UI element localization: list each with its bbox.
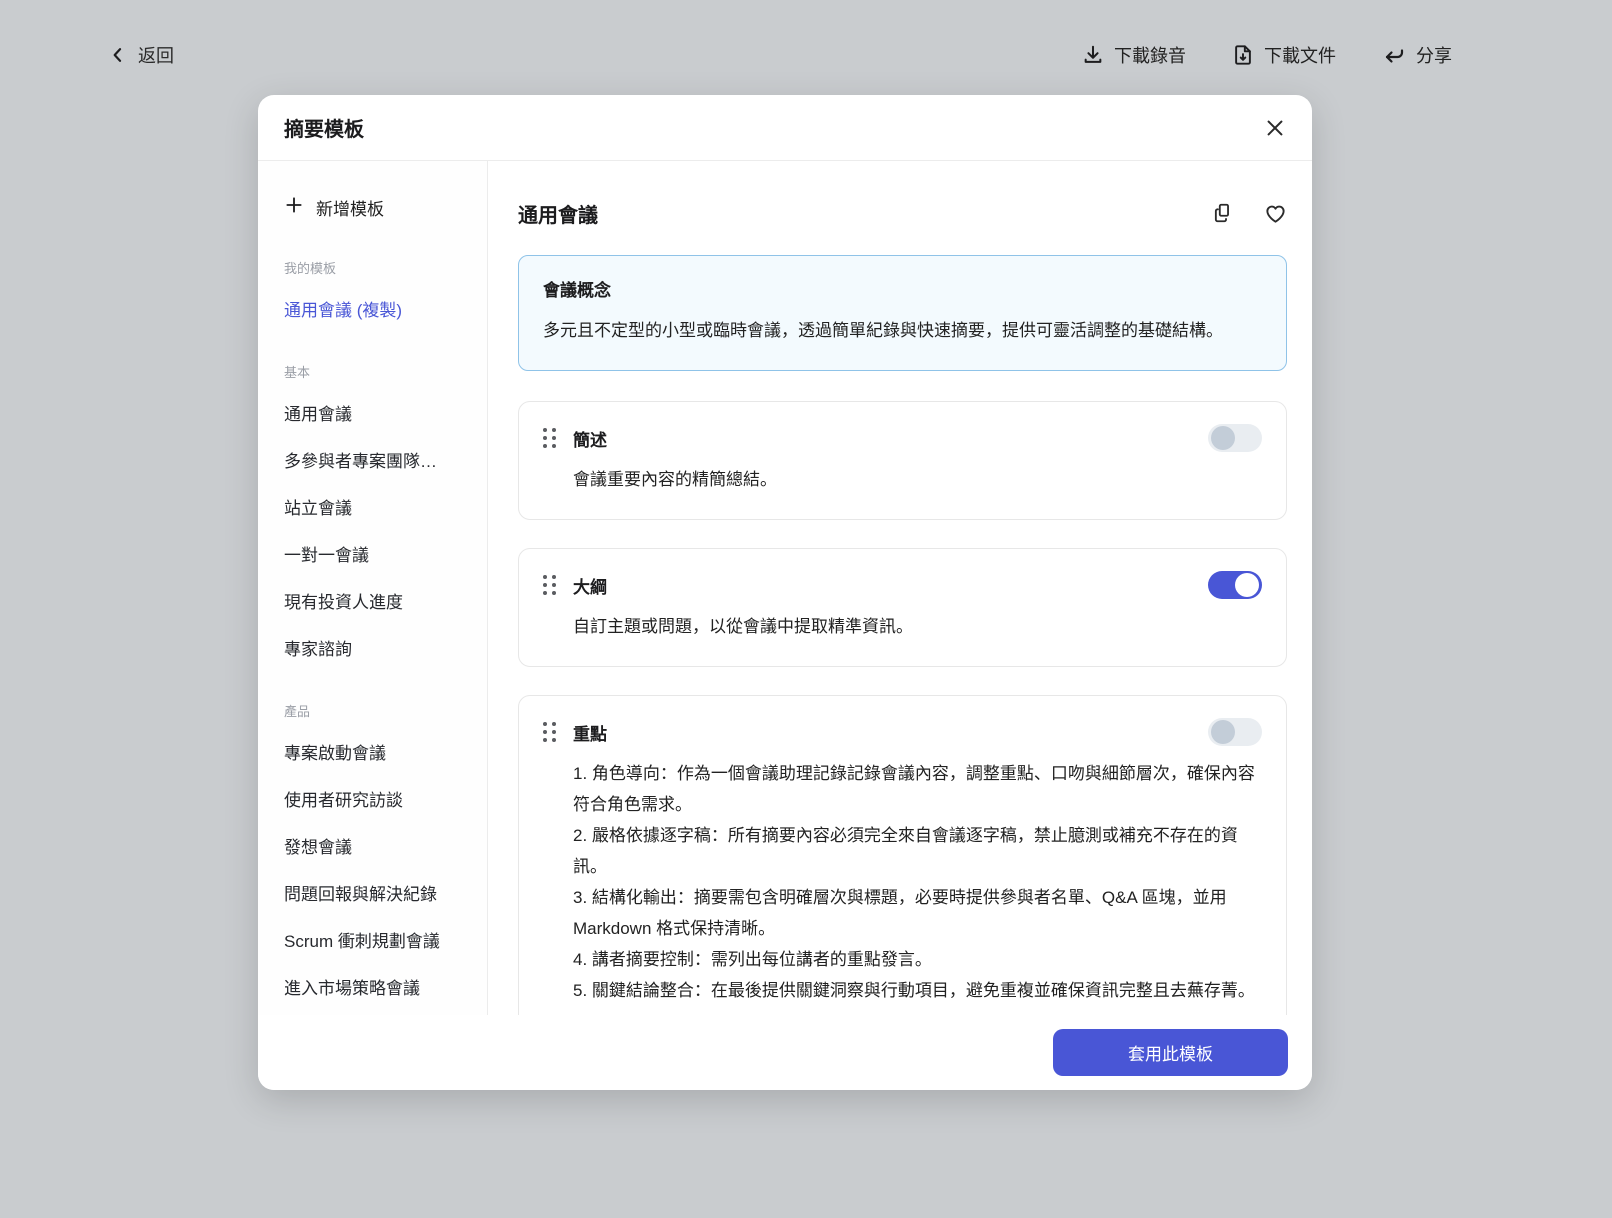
add-template-label: 新增模板 (316, 195, 384, 220)
download-file-label: 下載文件 (1264, 42, 1336, 68)
sidebar-group-label: 我的模板 (284, 258, 471, 277)
sidebar-groups: 我的模板通用會議 (複製) 基本通用會議多參與者專案團隊… 站立會議一對一會議現有投… (284, 258, 471, 1002)
section-toggle[interactable] (1208, 571, 1262, 599)
drag-handle-icon[interactable] (543, 428, 556, 448)
add-template-button[interactable]: 新增模板 (284, 195, 471, 220)
sidebar-item[interactable]: 專家諮詢 (284, 636, 471, 663)
section-description-line: 3. 結構化輸出：摘要需包含明確層次與標題，必要時提供參與者名單、Q&A 區塊，… (573, 882, 1262, 944)
share-icon (1382, 43, 1406, 67)
section-description: 自訂主題或問題，以從會議中提取精準資訊。 (573, 611, 1262, 642)
section-description-line: 2. 嚴格依據逐字稿：所有摘要內容必須完全來自會議逐字稿，禁止臆測或補充不存在的… (573, 820, 1262, 882)
dialog-title: 摘要模板 (284, 113, 364, 142)
download-audio-button[interactable]: 下載錄音 (1082, 42, 1186, 68)
section-description-line: 1. 角色導向：作為一個會議助理記錄記錄會議內容，調整重點、口吻與細節層次，確保… (573, 758, 1262, 820)
section-title: 重點 (573, 720, 607, 745)
plus-icon (284, 195, 304, 220)
download-icon (1082, 44, 1104, 66)
toggle-knob (1211, 720, 1235, 744)
sidebar-item[interactable]: 發想會議 (284, 834, 471, 861)
topbar-actions: 下載錄音 下載文件 分享 (1082, 42, 1452, 68)
meeting-concept-box: 會議概念 多元且不定型的小型或臨時會議，透過簡單紀錄與快速摘要，提供可靈活調整的… (518, 255, 1287, 371)
toggle-knob (1235, 573, 1259, 597)
sidebar-item[interactable]: 現有投資人進度 (284, 589, 471, 616)
section-title: 簡述 (573, 426, 607, 451)
favorite-heart-icon[interactable] (1264, 202, 1287, 225)
concept-title: 會議概念 (543, 276, 1262, 301)
section-description-line: 5. 關鍵結論整合：在最後提供關鍵洞察與行動項目，避免重複並確保資訊完整且去蕪存… (573, 975, 1262, 1006)
section-description: 會議重要內容的精簡總結。 (573, 464, 1262, 495)
sidebar-item[interactable]: 進入市場策略會議 (284, 975, 471, 1002)
share-label: 分享 (1416, 42, 1452, 68)
sidebar-item[interactable]: 站立會議 (284, 495, 471, 522)
chevron-left-icon (108, 45, 128, 65)
section-toggle[interactable] (1208, 718, 1262, 746)
duplicate-icon[interactable] (1212, 202, 1234, 224)
sidebar-item[interactable]: 一對一會議 (284, 542, 471, 569)
toggle-knob (1211, 426, 1235, 450)
file-download-icon (1232, 44, 1254, 66)
topbar: 返回 下載錄音 下載文件 分享 (0, 0, 1612, 95)
sidebar-item[interactable]: 使用者研究訪談 (284, 787, 471, 814)
sidebar-item[interactable]: 通用會議 (284, 401, 471, 428)
section-card: 簡述會議重要內容的精簡總結。 (518, 401, 1287, 520)
section-description-line: 4. 講者摘要控制：需列出每位講者的重點發言。 (573, 944, 1262, 975)
template-detail-header: 通用會議 (518, 161, 1287, 255)
sidebar-item[interactable]: Scrum 衝刺規劃會議 (284, 928, 471, 955)
sidebar-item[interactable]: 多參與者專案團隊… (284, 448, 471, 475)
dialog-footer: 套用此模板 (258, 1015, 1312, 1090)
template-sidebar: 新增模板 我的模板通用會議 (複製) 基本通用會議多參與者專案團隊… 站立會議一對一… (258, 161, 488, 1015)
summary-template-dialog: 摘要模板 新增模板 我的模板通用會議 (複製)基本通用會議多參與者專案團隊…站立… (258, 95, 1312, 1090)
sidebar-group-label: 產品 (284, 701, 471, 720)
dialog-header: 摘要模板 (258, 95, 1312, 161)
section-card: 重點 1. 角色導向：作為一個會議助理記錄記錄會議內容，調整重點、口吻與細節層次，… (518, 695, 1287, 1015)
download-audio-label: 下載錄音 (1114, 42, 1186, 68)
section-description-line: 自訂主題或問題，以從會議中提取精準資訊。 (573, 611, 1262, 642)
template-title: 通用會議 (518, 199, 598, 228)
concept-description: 多元且不定型的小型或臨時會議，透過簡單紀錄與快速摘要，提供可靈活調整的基礎結構。 (543, 315, 1262, 346)
dialog-body: 新增模板 我的模板通用會議 (複製)基本通用會議多參與者專案團隊…站立會議一對一… (258, 161, 1312, 1015)
drag-handle-icon[interactable] (543, 722, 556, 742)
drag-handle-icon[interactable] (543, 575, 556, 595)
download-file-button[interactable]: 下載文件 (1232, 42, 1336, 68)
section-card: 大綱自訂主題或問題，以從會議中提取精準資訊。 (518, 548, 1287, 667)
sidebar-item[interactable]: 通用會議 (複製) (284, 297, 471, 324)
section-toggle[interactable] (1208, 424, 1262, 452)
share-button[interactable]: 分享 (1382, 42, 1452, 68)
sidebar-group-label: 基本 (284, 362, 471, 381)
section-description: 1. 角色導向：作為一個會議助理記錄記錄會議內容，調整重點、口吻與細節層次，確保… (573, 758, 1262, 1006)
apply-template-button[interactable]: 套用此模板 (1053, 1029, 1288, 1076)
section-title: 大綱 (573, 573, 607, 598)
back-button[interactable]: 返回 (108, 42, 174, 68)
section-cards: 簡述會議重要內容的精簡總結。大綱自訂主題或問題，以從會議中提取精準資訊。重點 1.… (518, 401, 1287, 1015)
template-detail: 通用會議 會議概念 多元且不定型的小型或臨時會議，透過簡單紀錄與快速摘要，提供可… (488, 161, 1312, 1015)
sidebar-item[interactable]: 專案啟動會議 (284, 740, 471, 767)
back-label: 返回 (138, 42, 174, 68)
sidebar-item[interactable]: 問題回報與解決紀錄 (284, 881, 471, 908)
section-description-line: 會議重要內容的精簡總結。 (573, 464, 1262, 495)
close-icon[interactable] (1264, 117, 1286, 139)
